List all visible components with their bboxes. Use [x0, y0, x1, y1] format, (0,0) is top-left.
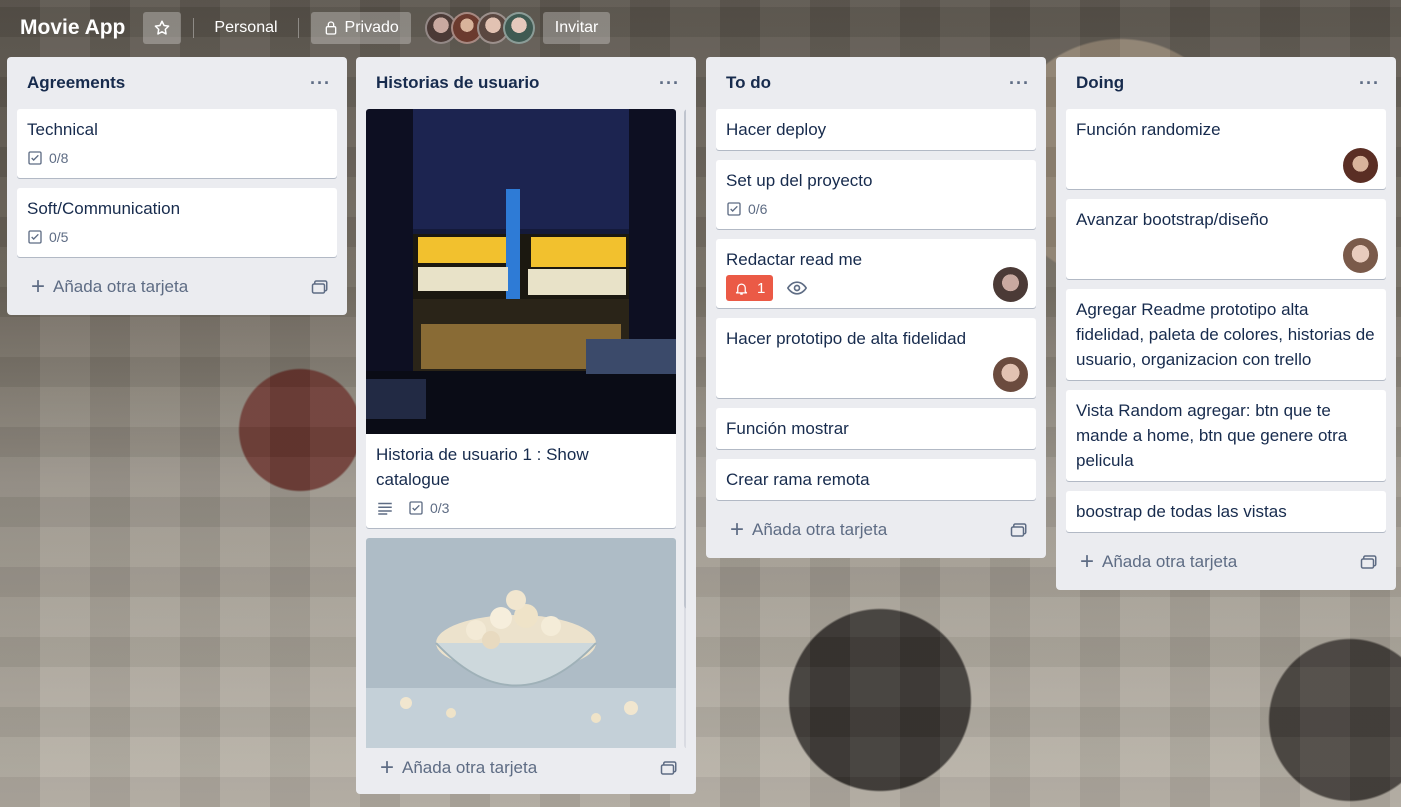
card[interactable]: Set up del proyecto 0/6 [716, 160, 1036, 229]
card-title: Avanzar bootstrap/diseño [1076, 210, 1269, 229]
checkbox-icon [409, 501, 423, 515]
card[interactable]: Redactar read me 1 [716, 239, 1036, 308]
plus-icon: + [31, 273, 46, 300]
list-menu-icon[interactable]: ··· [1009, 73, 1030, 94]
list-to-do: To do ··· Hacer deploy Set up del proyec… [706, 57, 1046, 558]
list-historias-de-usuario: Historias de usuario ··· Historia de usu… [356, 57, 696, 794]
card-title: Set up del proyecto [726, 171, 873, 190]
workspace-button[interactable]: Personal [206, 19, 285, 37]
card-title: Hacer deploy [726, 120, 827, 139]
avatar[interactable] [993, 267, 1028, 302]
card[interactable]: Agregar Readme prototipo alta fidelidad,… [1066, 289, 1386, 380]
visibility-button[interactable]: Privado [310, 12, 411, 44]
card-title: Crear rama remota [726, 470, 870, 489]
template-icon[interactable] [1010, 522, 1028, 538]
bell-icon [735, 283, 748, 295]
scrollbar-thumb[interactable] [684, 109, 686, 609]
list-agreements: Agreements ··· Technical 0/8 Soft/Commun… [7, 57, 347, 315]
avatar[interactable] [1343, 238, 1378, 273]
card-title: Soft/Communication [27, 199, 181, 218]
card[interactable]: Función mostrar [716, 408, 1036, 449]
checklist-badge: 0/5 [27, 229, 68, 245]
card[interactable] [366, 538, 676, 748]
card[interactable]: Avanzar bootstrap/diseño [1066, 199, 1386, 279]
card[interactable]: Soft/Communication 0/5 [17, 188, 337, 257]
list-menu-icon[interactable]: ··· [1359, 73, 1380, 94]
card[interactable]: Hacer prototipo de alta fidelidad [716, 318, 1036, 398]
add-card-button[interactable]: + Añada otra tarjeta [716, 510, 1036, 550]
checkbox-icon [727, 202, 741, 216]
add-card-button[interactable]: + Añada otra tarjeta [17, 267, 337, 307]
checklist-count: 0/8 [49, 150, 69, 166]
board-header: Movie App Personal Privado Invitar [0, 0, 1401, 56]
star-button[interactable] [143, 12, 182, 44]
checklist-badge: 0/8 [27, 150, 68, 166]
avatar[interactable] [502, 12, 535, 44]
checklist-count: 0/6 [748, 201, 768, 217]
add-card-label: Añada otra tarjeta [53, 277, 189, 296]
checklist-badge: 0/6 [726, 201, 767, 217]
card[interactable]: boostrap de todas las vistas [1066, 491, 1386, 532]
card-title: Technical [27, 120, 98, 139]
notification-badge: 1 [726, 275, 774, 301]
description-icon [378, 502, 392, 515]
checkbox-icon [28, 151, 42, 165]
plus-icon: + [380, 754, 395, 781]
add-card-label: Añada otra tarjeta [752, 520, 888, 539]
card-title: Función randomize [1076, 120, 1221, 139]
list-title[interactable]: Doing [1076, 73, 1124, 93]
add-card-label: Añada otra tarjeta [402, 758, 538, 777]
add-card-button[interactable]: + Añada otra tarjeta [366, 748, 686, 788]
avatar[interactable] [993, 357, 1028, 392]
star-icon [155, 20, 170, 35]
template-icon[interactable] [311, 279, 329, 295]
visibility-label: Privado [344, 19, 399, 36]
header-divider [297, 18, 299, 38]
card[interactable]: Hacer deploy [716, 109, 1036, 150]
card-title: Agregar Readme prototipo alta fidelidad,… [1076, 300, 1375, 369]
card[interactable]: Crear rama remota [716, 459, 1036, 500]
plus-icon: + [1080, 548, 1095, 575]
board-title[interactable]: Movie App [20, 16, 125, 40]
card-title: Función mostrar [726, 419, 849, 438]
card-title: Hacer prototipo de alta fidelidad [726, 329, 967, 348]
card-title: Redactar read me [726, 250, 863, 269]
plus-icon: + [730, 516, 745, 543]
lock-icon [325, 21, 336, 35]
template-icon[interactable] [660, 760, 678, 776]
list-menu-icon[interactable]: ··· [659, 73, 680, 94]
card-title: Historia de usuario 1 : Show catalogue [376, 445, 589, 489]
cover-image-popcorn [366, 538, 676, 748]
list-title[interactable]: Agreements [27, 73, 125, 93]
add-card-button[interactable]: + Añada otra tarjeta [1066, 542, 1386, 582]
scrollbar[interactable] [684, 109, 686, 748]
template-icon[interactable] [1360, 554, 1378, 570]
card[interactable]: Technical 0/8 [17, 109, 337, 178]
add-card-label: Añada otra tarjeta [1102, 552, 1238, 571]
avatar[interactable] [1343, 148, 1378, 183]
card-title: Vista Random agregar: btn que te mande a… [1076, 401, 1348, 470]
checklist-badge: 0/3 [408, 500, 449, 516]
invite-button[interactable]: Invitar [542, 12, 611, 44]
card[interactable]: Historia de usuario 1 : Show catalogue 0… [366, 109, 676, 528]
notification-count: 1 [757, 279, 766, 297]
list-title[interactable]: To do [726, 73, 771, 93]
card-title: boostrap de todas las vistas [1076, 502, 1287, 521]
card[interactable]: Función randomize [1066, 109, 1386, 189]
checkbox-icon [28, 230, 42, 244]
checklist-count: 0/5 [49, 229, 69, 245]
list-title[interactable]: Historias de usuario [376, 73, 539, 93]
list-doing: Doing ··· Función randomize Avanzar boot… [1056, 57, 1396, 590]
eye-icon [787, 281, 808, 295]
list-cards-scroll[interactable]: Historia de usuario 1 : Show catalogue 0… [366, 109, 686, 748]
checklist-count: 0/3 [430, 500, 450, 516]
card[interactable]: Vista Random agregar: btn que te mande a… [1066, 390, 1386, 481]
header-divider [193, 18, 195, 38]
list-menu-icon[interactable]: ··· [310, 73, 331, 94]
board-members [424, 12, 535, 44]
cover-image-theater [366, 109, 676, 434]
